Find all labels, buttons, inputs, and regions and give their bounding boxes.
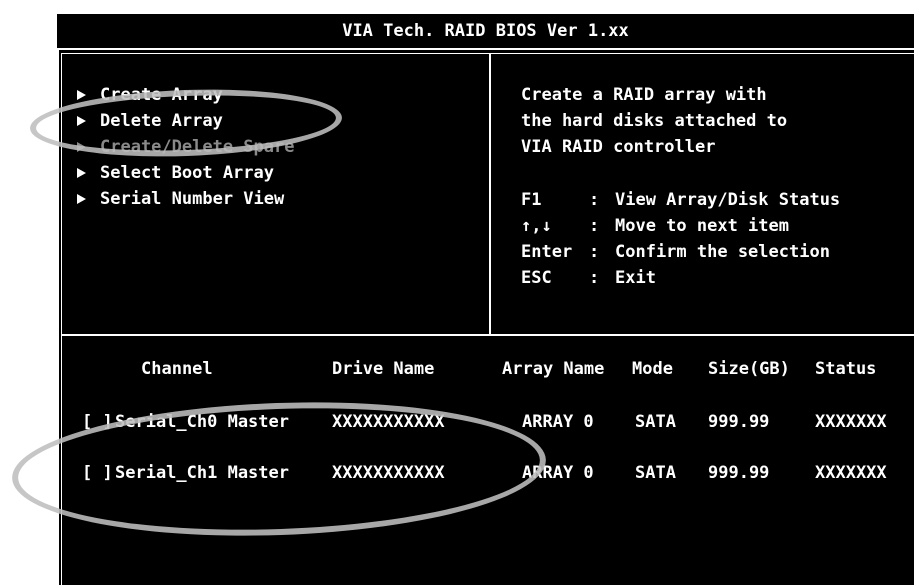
row-mode: SATA (635, 463, 676, 483)
menu-item-label: Serial Number View (100, 189, 285, 209)
row-select-checkbox[interactable]: [ ] (82, 460, 113, 486)
menu-item-label: Select Boot Array (100, 163, 274, 183)
help-line: VIA RAID controller (521, 137, 716, 157)
column-header-status: Status (815, 359, 877, 379)
pointer-arrow-icon (77, 168, 86, 178)
row-status: XXXXXXX (815, 463, 887, 483)
key-description: Confirm the selection (615, 242, 830, 262)
row-select-checkbox[interactable]: [ ] (82, 409, 113, 435)
title-divider-inner (61, 53, 914, 54)
row-size: 999.99 (708, 463, 770, 483)
key-name: F1 (521, 190, 542, 210)
key-legend-row: F1: View Array/Disk Status (521, 187, 840, 213)
key-separator: : (589, 216, 600, 236)
row-array-name: ARRAY 0 (522, 412, 594, 432)
column-header-size: Size(GB) (708, 359, 790, 379)
row-status: XXXXXXX (815, 412, 887, 432)
pane-horizontal-divider (61, 334, 914, 336)
menu-item-select-boot-array[interactable]: Select Boot Array (77, 160, 294, 186)
key-description: Exit (615, 268, 656, 288)
menu-item-label: Delete Array (100, 111, 223, 131)
bios-title: VIA Tech. RAID BIOS Ver 1.xx (342, 21, 629, 41)
key-legend-row: ↑,↓: Move to next item (521, 213, 840, 239)
menu-item-delete-array[interactable]: Delete Array (77, 108, 294, 134)
menu-item-create-array[interactable]: Create Array (77, 82, 294, 108)
row-size: 999.99 (708, 412, 770, 432)
column-header-channel: Channel (141, 359, 213, 379)
key-name: ESC (521, 268, 552, 288)
key-legend: F1: View Array/Disk Status ↑,↓: Move to ne… (521, 187, 840, 291)
row-mode: SATA (635, 412, 676, 432)
key-name: Enter (521, 242, 573, 262)
pointer-arrow-icon (77, 194, 86, 204)
menu-item-label: Create/Delete Spare (100, 137, 295, 157)
help-line: Create a RAID array with (521, 85, 767, 105)
key-legend-row: ESC: Exit (521, 265, 840, 291)
raid-bios-screen: VIA Tech. RAID BIOS Ver 1.xx Create Arra… (57, 14, 914, 585)
key-legend-row: Enter: Confirm the selection (521, 239, 840, 265)
pointer-arrow-icon (77, 116, 86, 126)
table-row[interactable]: [ ] Serial_Ch1 Master XXXXXXXXXXX ARRAY … (57, 460, 914, 486)
column-header-drive-name: Drive Name (332, 359, 435, 379)
key-description: Move to next item (615, 216, 789, 236)
key-separator: : (589, 242, 600, 262)
key-description: View Array/Disk Status (615, 190, 841, 210)
key-separator: : (589, 268, 600, 288)
row-channel: Serial_Ch1 Master (115, 463, 289, 483)
row-drive-name: XXXXXXXXXXX (332, 412, 445, 432)
pointer-arrow-icon (77, 90, 86, 100)
row-channel: Serial_Ch0 Master (115, 412, 289, 432)
column-header-mode: Mode (632, 359, 673, 379)
menu-item-create-delete-spare: Create/Delete Spare (77, 134, 294, 160)
help-line: the hard disks attached to (521, 111, 788, 131)
help-description: Create a RAID array with the hard disks … (521, 82, 787, 160)
table-row[interactable]: [ ] Serial_Ch0 Master XXXXXXXXXXX ARRAY … (57, 409, 914, 435)
row-array-name: ARRAY 0 (522, 463, 594, 483)
title-divider (57, 48, 914, 50)
row-drive-name: XXXXXXXXXXX (332, 463, 445, 483)
pointer-arrow-icon (77, 142, 86, 152)
pane-vertical-divider (489, 53, 491, 335)
menu-item-label: Create Array (100, 85, 223, 105)
main-menu: Create Array Delete Array Create/Delete … (77, 82, 294, 212)
arrow-keys-icon: ↑,↓ (521, 216, 552, 236)
menu-item-serial-number-view[interactable]: Serial Number View (77, 186, 294, 212)
drive-table-header: Channel Drive Name Array Name Mode Size(… (57, 356, 914, 382)
key-separator: : (589, 190, 600, 210)
column-header-array-name: Array Name (502, 359, 605, 379)
